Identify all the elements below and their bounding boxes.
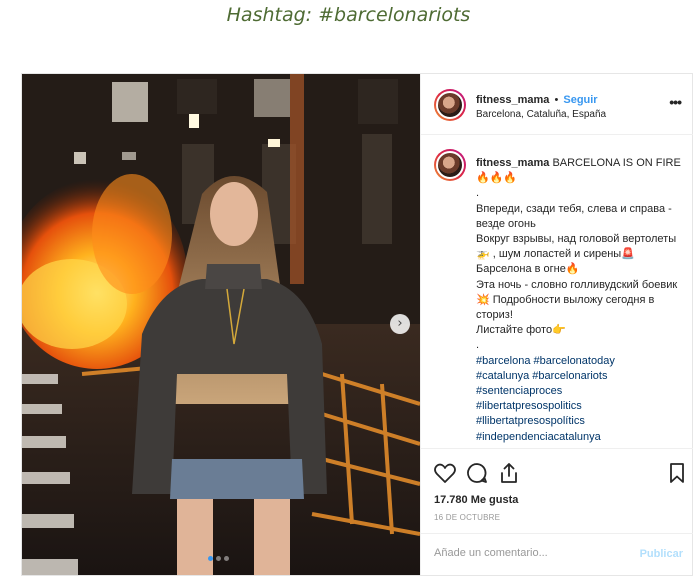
comment-input[interactable] bbox=[434, 547, 624, 559]
separator: • bbox=[554, 94, 559, 106]
location-link[interactable]: Barcelona, Cataluña, España bbox=[476, 109, 606, 120]
caption-line: . bbox=[476, 339, 480, 352]
hashtag-link[interactable]: #llibertatpresospolítics bbox=[476, 414, 686, 429]
bookmark-icon[interactable] bbox=[665, 461, 689, 485]
heart-icon[interactable] bbox=[433, 461, 457, 485]
caption-line: Эта ночь - словно голливудский боевик💥 П… bbox=[476, 278, 678, 322]
hashtag-link[interactable]: #barcelona #barcelonatoday bbox=[476, 354, 686, 369]
username-link[interactable]: fitness_mama bbox=[476, 94, 549, 106]
carousel-dot bbox=[224, 556, 229, 561]
carousel-dot bbox=[208, 556, 213, 561]
follow-button[interactable]: Seguir bbox=[563, 94, 597, 106]
comment-icon[interactable] bbox=[465, 461, 489, 485]
page-title: Hashtag: #barcelonariots bbox=[226, 4, 471, 26]
post-header: fitness_mama • Seguir Barcelona, Cataluñ… bbox=[421, 74, 693, 135]
avatar[interactable] bbox=[434, 89, 466, 121]
more-horizontal-icon[interactable]: ••• bbox=[669, 94, 682, 110]
caption-text: fitness_mama BARCELONA IS ON FIRE 🔥🔥🔥 . … bbox=[476, 156, 686, 445]
caption-avatar[interactable] bbox=[434, 149, 466, 181]
next-photo-button[interactable]: › bbox=[390, 314, 410, 334]
carousel-dot bbox=[216, 556, 221, 561]
hashtag-link[interactable]: #independenciacatalunya bbox=[476, 430, 686, 445]
share-icon[interactable] bbox=[497, 461, 521, 485]
photo-scene bbox=[22, 74, 420, 575]
carousel-indicator bbox=[208, 556, 229, 561]
hashtag-link[interactable]: #catalunya #barcelonariots bbox=[476, 369, 686, 384]
post-panel: fitness_mama • Seguir Barcelona, Cataluñ… bbox=[420, 74, 693, 575]
caption-line: Листайте фото👉 bbox=[476, 324, 566, 337]
likes-count[interactable]: 17.780 Me gusta bbox=[434, 494, 518, 506]
hashtag-link[interactable]: #libertatpresospolitics bbox=[476, 399, 686, 414]
comment-bar: Publicar bbox=[421, 533, 693, 576]
caption: fitness_mama BARCELONA IS ON FIRE 🔥🔥🔥 . … bbox=[421, 136, 693, 448]
header-user: fitness_mama • Seguir bbox=[476, 94, 598, 106]
post-actions: 17.780 Me gusta 16 DE OCTUBRE Publicar bbox=[421, 448, 693, 575]
caption-line: BARCELONA IS ON FIRE bbox=[552, 157, 681, 169]
caption-line: 🔥🔥🔥 bbox=[476, 172, 518, 185]
post-photo[interactable]: › bbox=[22, 74, 420, 575]
post-date[interactable]: 16 DE OCTUBRE bbox=[434, 513, 500, 522]
caption-line: Впереди, сзади тебя, слева и справа - ве… bbox=[476, 202, 672, 230]
publish-button[interactable]: Publicar bbox=[640, 548, 683, 560]
hashtag-link[interactable]: #sentenciaproces bbox=[476, 384, 686, 399]
instagram-post: › fitness_mama • Seguir Barcelona, Catal… bbox=[21, 73, 693, 576]
caption-line: . bbox=[476, 187, 480, 200]
caption-username[interactable]: fitness_mama bbox=[476, 157, 549, 169]
caption-line: Вокруг взрывы, над головой вертолеты🚁 , … bbox=[476, 233, 677, 276]
